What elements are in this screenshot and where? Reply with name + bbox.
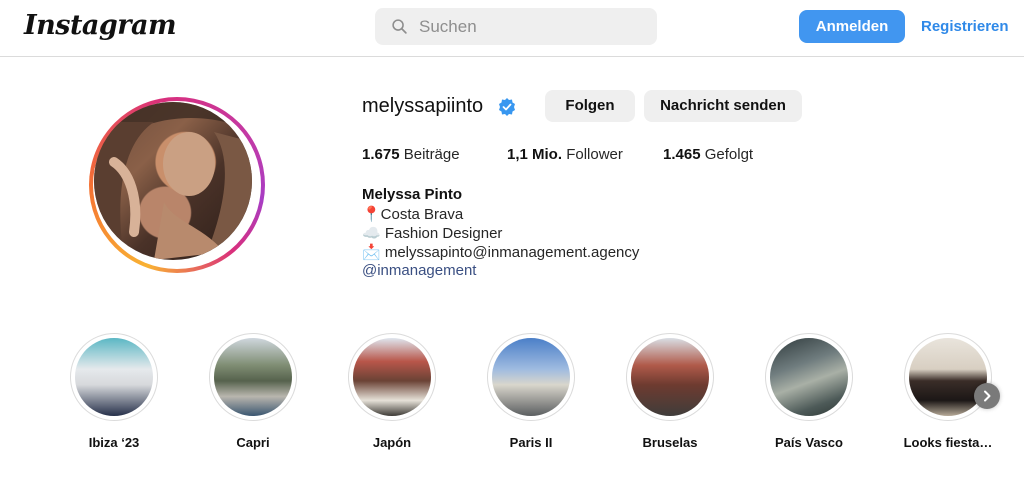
- top-navigation-bar: Instagram Anmelden Registrieren: [0, 0, 1024, 57]
- highlight-label: Bruselas: [642, 435, 698, 450]
- profile-avatar[interactable]: [94, 102, 252, 260]
- highlight-label: Japón: [372, 435, 412, 450]
- highlight-item[interactable]: Looks fiesta…: [904, 333, 992, 450]
- send-message-button[interactable]: Nachricht senden: [644, 90, 802, 122]
- highlight-label: Ibiza ‘23: [88, 435, 140, 450]
- highlights-next-button[interactable]: [974, 383, 1000, 409]
- bio-full-name: Melyssa Pinto: [362, 186, 463, 203]
- highlight-cover-image: [492, 338, 570, 416]
- follow-button[interactable]: Folgen: [545, 90, 635, 122]
- highlight-cover-ring: [626, 333, 714, 421]
- bio-occupation: ☁️ Fashion Designer: [362, 225, 503, 242]
- search-input[interactable]: [419, 8, 639, 45]
- login-button[interactable]: Anmelden: [799, 10, 905, 43]
- bio-location: 📍Costa Brava: [362, 206, 464, 223]
- search-icon: [392, 19, 407, 34]
- verified-badge-icon: [499, 98, 515, 116]
- highlight-cover-ring: [209, 333, 297, 421]
- highlight-item[interactable]: Paris II: [487, 333, 575, 450]
- bio-mention-link[interactable]: @inmanagement: [362, 262, 476, 279]
- highlight-label: Capri: [236, 435, 270, 450]
- avatar-photo: [94, 102, 252, 260]
- highlight-cover-ring: [348, 333, 436, 421]
- highlight-label: País Vasco: [775, 435, 843, 450]
- highlight-item[interactable]: País Vasco: [765, 333, 853, 450]
- stat-posts: 1.675 Beiträge: [362, 146, 460, 163]
- stat-followers[interactable]: 1,1 Mio. Follower: [507, 146, 623, 163]
- chevron-right-icon: [984, 390, 991, 402]
- highlight-item[interactable]: Japón: [348, 333, 436, 450]
- highlight-cover-ring: [765, 333, 853, 421]
- highlight-cover-ring: [487, 333, 575, 421]
- highlight-cover-image: [909, 338, 987, 416]
- profile-username: melyssapiinto: [362, 95, 484, 117]
- highlight-cover-image: [631, 338, 709, 416]
- search-box[interactable]: [375, 8, 657, 45]
- profile-avatar-story-ring[interactable]: [89, 97, 265, 273]
- highlight-cover-image: [770, 338, 848, 416]
- highlight-label: Paris II: [509, 435, 553, 450]
- highlight-cover-image: [353, 338, 431, 416]
- followers-label: Follower: [566, 146, 623, 163]
- highlight-cover-image: [75, 338, 153, 416]
- highlight-cover-image: [214, 338, 292, 416]
- highlight-item[interactable]: Bruselas: [626, 333, 714, 450]
- highlight-label: Looks fiesta…: [903, 435, 993, 450]
- register-link[interactable]: Registrieren: [921, 10, 1009, 43]
- highlight-cover-ring: [904, 333, 992, 421]
- posts-count: 1.675: [362, 146, 400, 163]
- stat-following[interactable]: 1.465 Gefolgt: [663, 146, 753, 163]
- instagram-logo[interactable]: Instagram: [24, 10, 177, 41]
- bio-email: 📩 melyssapinto@inmanagement.agency: [362, 244, 640, 261]
- followers-count: 1,1 Mio.: [507, 146, 563, 163]
- highlight-cover-ring: [70, 333, 158, 421]
- following-count: 1.465: [663, 146, 701, 163]
- highlight-item[interactable]: Ibiza ‘23: [70, 333, 158, 450]
- posts-label: Beiträge: [403, 146, 460, 163]
- following-label: Gefolgt: [704, 146, 754, 163]
- highlight-item[interactable]: Capri: [209, 333, 297, 450]
